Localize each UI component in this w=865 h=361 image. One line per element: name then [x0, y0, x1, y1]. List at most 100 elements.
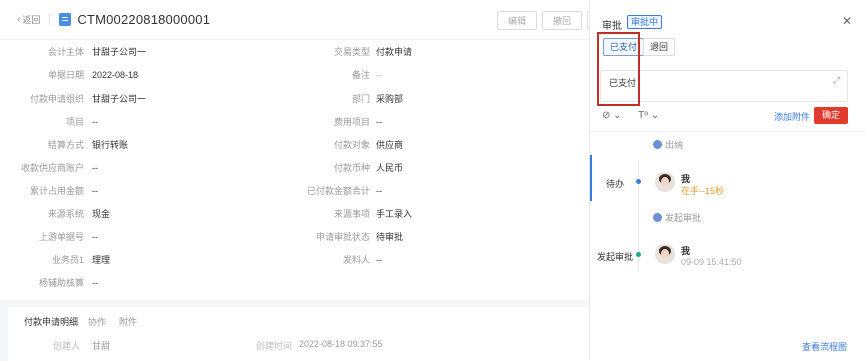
paid-option-button[interactable]: 已支付 [603, 38, 645, 56]
field-label: 单据日期 [47, 70, 84, 80]
creator-label: 创建人 [53, 341, 81, 351]
timeline-node-cashier: 出纳 [650, 138, 687, 151]
add-attachment-link[interactable]: 添加附件 [774, 110, 810, 123]
attach-clip-icon[interactable]: ⊘ ⌄ [602, 110, 622, 121]
field-value: -- [376, 117, 382, 127]
form-row: 会计主体 甘甜子公司一 交易类型 付款申请 [0, 45, 600, 68]
field-label: 已付款金额合计 [306, 186, 370, 196]
field-value: 甘甜子公司一 [92, 94, 147, 104]
expand-icon[interactable]: ⤢ [833, 75, 840, 86]
document-icon [59, 13, 72, 26]
field-label: 申请审批状态 [315, 232, 370, 242]
form-row: 杨辅助核算 -- [0, 276, 600, 299]
field-label: 上游单据号 [38, 232, 84, 242]
close-icon[interactable]: ✕ [842, 14, 852, 28]
node-dot-icon [653, 213, 662, 222]
field-label: 部门 [351, 94, 370, 104]
field-value: -- [92, 163, 98, 173]
field-value: -- [376, 255, 382, 265]
node-label: 出纳 [665, 140, 684, 150]
form-row: 业务员1 理理 发料人 -- [0, 253, 600, 276]
created-time-value: 2022-08-18 09:37:55 [299, 339, 383, 349]
status-badge: 审批中 [627, 15, 663, 29]
tab-collaboration[interactable]: 协作 [88, 315, 106, 328]
panel-title: 审批 [602, 21, 622, 32]
edit-button[interactable]: 编辑 [497, 11, 537, 30]
form-row: 项目 -- 费用项目 -- [0, 115, 600, 138]
signature-icon[interactable]: Tᵒ ⌄ [638, 110, 659, 121]
field-label: 会计主体 [47, 47, 84, 57]
node-dot-icon [653, 140, 662, 149]
field-label: 来源事项 [333, 209, 370, 219]
start-dot [636, 252, 641, 257]
field-label: 付款币种 [333, 163, 370, 173]
field-label: 累计占用金额 [29, 186, 84, 196]
timeline-node-initiate: 发起审批 [650, 211, 705, 224]
comment-text: 已支付 [609, 78, 637, 88]
field-value: 2022-08-18 [92, 70, 139, 80]
field-value: -- [376, 186, 382, 196]
field-value: 手工录入 [376, 209, 413, 219]
field-value: 采购部 [376, 94, 404, 104]
field-value: -- [92, 117, 98, 127]
form-row: 付款申请组织 甘甜子公司一 部门 采购部 [0, 92, 600, 115]
back-label: 返回 [22, 15, 41, 25]
view-flowchart-link[interactable]: 查看流程图 [802, 340, 847, 353]
detail-tabs-section: 付款申请明细 协作 附件 创建人 甘甜 创建时间 2022-08-18 09:3… [8, 307, 594, 361]
field-value: -- [92, 186, 98, 196]
document-main: ‹ 返回 CTM00220818000001 编辑 撤回 会计主体 甘甜子公司一… [0, 0, 600, 361]
field-value: 供应商 [376, 140, 404, 150]
field-label: 来源系统 [47, 209, 84, 219]
field-value: 理理 [92, 255, 111, 265]
withdraw-button[interactable]: 撤回 [542, 11, 582, 30]
field-label: 发料人 [342, 255, 370, 265]
form-row: 来源系统 现金 来源事项 手工录入 [0, 207, 600, 230]
field-label: 项目 [65, 117, 84, 127]
comment-textarea[interactable] [600, 70, 848, 102]
pending-duration: 在手--15秒 [681, 186, 725, 196]
field-value: 付款申请 [376, 47, 413, 57]
document-number: CTM00220818000001 [77, 12, 211, 27]
confirm-button[interactable]: 确定 [814, 107, 848, 124]
field-value: 待审批 [376, 232, 404, 242]
field-value: 人民币 [376, 163, 404, 173]
tab-attachments[interactable]: 附件 [119, 315, 137, 328]
start-time: 09-09 15:41:50 [681, 257, 742, 267]
node-label: 发起审批 [665, 213, 702, 223]
field-label: 备注 [351, 70, 370, 80]
form-row: 单据日期 2022-08-18 备注 -- [0, 68, 600, 91]
field-value: -- [92, 278, 98, 288]
approval-panel: 审批 审批中 ✕ 已支付 退回 已支付 ⤢ ⊘ ⌄ Tᵒ ⌄ 添加附件 确定 出… [589, 0, 865, 361]
field-label: 费用项目 [333, 117, 370, 127]
field-value: -- [376, 70, 382, 80]
form-row: 累计占用金额 -- 已付款金额合计 -- [0, 184, 600, 207]
avatar [655, 172, 675, 192]
return-option-button[interactable]: 退回 [643, 38, 676, 56]
form-row: 收款供应商账户 -- 付款币种 人民币 [0, 161, 600, 184]
header-toolbar: 编辑 撤回 [497, 11, 600, 30]
field-label: 业务员1 [51, 255, 84, 265]
pending-label: 待办 [606, 179, 625, 189]
field-value: 甘甜子公司一 [92, 47, 147, 57]
header-divider [49, 14, 51, 25]
creator-value: 甘甜 [92, 341, 111, 351]
back-button[interactable]: ‹ 返回 [17, 13, 40, 26]
form-row: 结算方式 银行转账 付款对象 供应商 [0, 138, 600, 161]
chevron-left-icon: ‹ [17, 14, 21, 25]
field-label: 收款供应商账户 [20, 163, 84, 173]
pending-indicator [590, 155, 592, 201]
field-label: 付款对象 [333, 140, 370, 150]
start-person: 我 [681, 246, 691, 256]
form-row: 上游单据号 -- 申请审批状态 待审批 [0, 230, 600, 253]
field-value: -- [92, 232, 98, 242]
created-time-label: 创建时间 [256, 341, 293, 351]
field-value: 现金 [92, 209, 111, 219]
field-label: 付款申请组织 [29, 94, 84, 104]
panel-divider [590, 131, 865, 132]
field-label: 杨辅助核算 [38, 278, 84, 288]
field-label: 交易类型 [333, 47, 370, 57]
tab-payment-detail[interactable]: 付款申请明细 [24, 315, 78, 328]
pending-dot [636, 179, 641, 184]
field-label: 结算方式 [47, 140, 84, 150]
field-value: 银行转账 [92, 140, 129, 150]
